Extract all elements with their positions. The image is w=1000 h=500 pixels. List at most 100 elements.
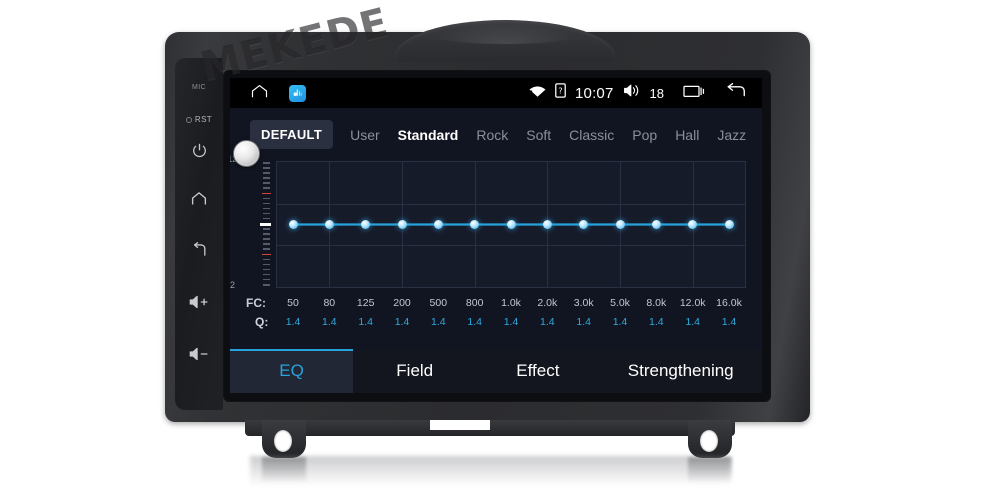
eq-band-node[interactable] <box>542 220 552 229</box>
volume-up-button[interactable] <box>175 294 223 310</box>
tab-effect[interactable]: Effect <box>476 349 599 393</box>
tab-eq[interactable]: EQ <box>230 349 354 393</box>
fc-value: 50 <box>287 297 299 309</box>
home-button[interactable] <box>175 191 223 206</box>
eq-band-node[interactable] <box>397 220 407 229</box>
grid-line-horizontal <box>277 203 745 205</box>
mic-label: MIC <box>191 84 207 91</box>
eq-preset-default[interactable]: DEFAULT <box>250 120 334 149</box>
reset-pinhole-icon[interactable]: RST <box>175 115 223 124</box>
eq-band-node[interactable] <box>506 220 516 229</box>
eq-preset-hall[interactable]: Hall <box>666 127 708 143</box>
db-ruler-tick <box>263 172 270 174</box>
eq-band-node[interactable] <box>433 220 443 229</box>
q-value[interactable]: 1.4 <box>566 316 602 328</box>
mount-tab-left <box>262 420 306 458</box>
q-value[interactable]: 1.4 <box>711 316 747 328</box>
tab-field[interactable]: Field <box>353 349 476 393</box>
eq-band-node[interactable] <box>288 220 298 229</box>
db-ruler-tick <box>263 243 270 245</box>
eq-band-node[interactable] <box>651 220 661 229</box>
back-arrow-icon <box>175 242 223 258</box>
status-back-icon[interactable] <box>724 82 746 104</box>
power-button[interactable] <box>175 142 223 159</box>
db-axis-min-label: -12 <box>230 280 236 290</box>
lcd-screen: ? 10:07 18 DEFAULT User Standard Rock So… <box>230 78 762 393</box>
fc-value: 1.0k <box>501 297 521 309</box>
fc-value: 8.0k <box>646 297 667 309</box>
svg-text:?: ? <box>558 86 562 95</box>
bottom-tab-bar: EQ Field Effect Strengthening <box>230 349 762 393</box>
q-value[interactable]: 1.4 <box>457 316 493 328</box>
fc-row-label: FC: <box>246 296 266 310</box>
status-clock: 10:07 <box>574 84 614 102</box>
q-row: Q: 1.4 1.4 1.4 1.4 1.4 1.4 1.4 1.4 1.4 1.4 1.4 1.4 1… <box>238 313 754 332</box>
wifi-icon <box>529 84 546 102</box>
db-ruler-tick <box>263 278 270 281</box>
eq-preset-standard[interactable]: Standard <box>389 127 468 143</box>
radio-app-icon[interactable] <box>289 84 306 102</box>
volume-down-button[interactable] <box>175 346 223 362</box>
q-row-label: Q: <box>255 315 269 329</box>
q-value[interactable]: 1.4 <box>420 316 456 328</box>
db-ruler-tick <box>263 233 270 235</box>
status-home-icon[interactable] <box>250 84 269 103</box>
db-ruler-tick <box>263 238 270 240</box>
fc-value: 125 <box>356 297 375 309</box>
eq-preset-classic[interactable]: Classic <box>560 127 623 143</box>
q-value[interactable]: 1.4 <box>602 316 638 328</box>
recents-icon[interactable] <box>683 83 705 103</box>
q-value[interactable]: 1.4 <box>675 316 711 328</box>
power-icon <box>175 142 223 159</box>
tab-label: Strengthening <box>627 361 734 380</box>
fc-value: 80 <box>323 297 336 309</box>
q-value[interactable]: 1.4 <box>493 316 529 328</box>
db-ruler-tick <box>263 273 270 276</box>
q-value[interactable]: 1.4 <box>638 316 674 328</box>
db-ruler-tick <box>263 177 270 179</box>
head-unit-top-highlight <box>430 24 580 44</box>
fc-value: 200 <box>393 297 411 309</box>
db-ruler-tick <box>262 192 271 194</box>
q-value[interactable]: 1.4 <box>348 316 384 328</box>
mount-tab-right <box>688 420 732 458</box>
volume-icon <box>623 83 641 103</box>
eq-preset-jazz[interactable]: Jazz <box>708 127 755 143</box>
eq-band-node[interactable] <box>724 220 734 229</box>
q-value[interactable]: 1.4 <box>311 316 347 328</box>
tab-label: Effect <box>516 361 560 380</box>
volume-down-icon <box>175 346 223 362</box>
fc-value: 16.0k <box>716 297 742 309</box>
db-ruler-tick <box>263 162 270 164</box>
eq-preset-rock[interactable]: Rock <box>467 127 517 143</box>
db-ruler <box>253 160 275 288</box>
db-ruler-tick <box>263 167 270 169</box>
head-unit-mount-bar <box>245 420 735 436</box>
q-value[interactable]: 1.4 <box>529 316 565 328</box>
eq-band-node[interactable] <box>324 220 334 229</box>
db-ruler-tick <box>263 228 270 230</box>
db-ruler-tick <box>263 187 270 189</box>
surface-reflection-tab-right <box>688 457 732 483</box>
tab-strengthening[interactable]: Strengthening <box>599 349 762 393</box>
android-status-bar: ? 10:07 18 <box>230 78 762 108</box>
mount-bar-notch <box>430 420 490 430</box>
eq-preset-soft[interactable]: Soft <box>517 127 560 143</box>
q-value[interactable]: 1.4 <box>275 316 311 328</box>
db-ruler-tick <box>263 268 270 271</box>
back-button[interactable] <box>175 242 223 258</box>
db-ruler-tick <box>262 253 271 255</box>
fc-row: FC: 50 80 125 200 500 800 1.0k 2.0k 3.0k 5.0k 8.0k… <box>238 294 754 313</box>
mic-icon: MIC <box>175 84 223 91</box>
db-ruler-tick <box>263 248 270 250</box>
fc-value: 2.0k <box>537 297 558 309</box>
surface-reflection <box>250 456 730 486</box>
eq-preset-user[interactable]: User <box>341 127 389 143</box>
eq-band-node[interactable] <box>615 220 625 229</box>
volume-knob[interactable] <box>233 140 260 167</box>
eq-graph[interactable] <box>276 161 746 288</box>
q-value[interactable]: 1.4 <box>384 316 420 328</box>
eq-preset-pop[interactable]: Pop <box>623 127 666 143</box>
db-ruler-tick <box>263 217 270 220</box>
db-ruler-tick <box>263 207 270 210</box>
